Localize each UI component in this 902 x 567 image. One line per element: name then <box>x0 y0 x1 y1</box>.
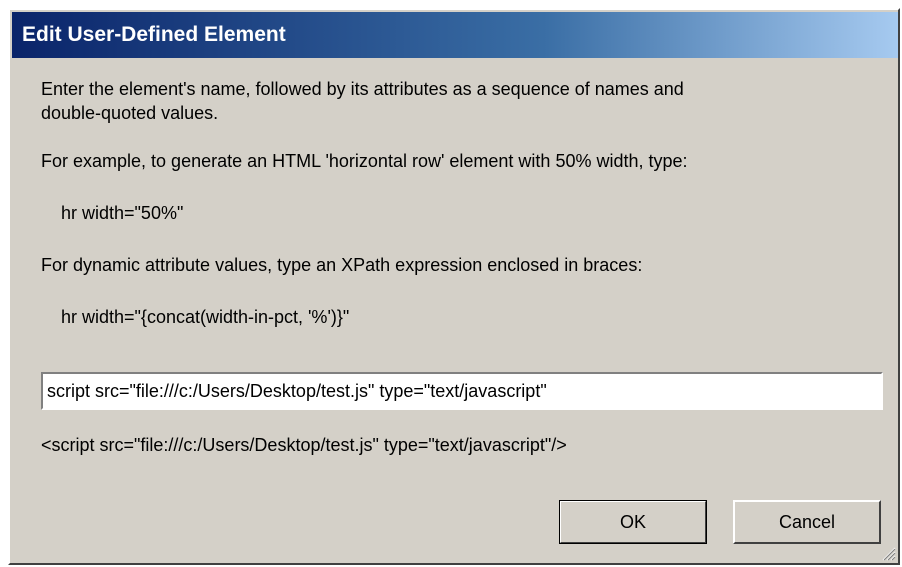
dialog-title: Edit User-Defined Element <box>22 23 286 46</box>
title-bar[interactable]: Edit User-Defined Element <box>12 12 898 58</box>
instructions-line-1: Enter the element's name, followed by it… <box>41 79 684 99</box>
cancel-button[interactable]: Cancel <box>733 500 881 544</box>
ok-button[interactable]: OK <box>559 500 707 544</box>
edit-user-defined-element-dialog: Edit User-Defined Element Enter the elem… <box>8 8 900 565</box>
example-intro-text: For example, to generate an HTML 'horizo… <box>41 151 688 171</box>
example-code-text: hr width="50%" <box>61 203 184 223</box>
dynamic-intro-text: For dynamic attribute values, type an XP… <box>41 255 643 275</box>
element-definition-input[interactable] <box>41 372 883 410</box>
dynamic-code-text: hr width="{concat(width-in-pct, '%')}" <box>61 307 350 327</box>
resize-grip-icon[interactable] <box>880 545 896 561</box>
element-preview-text: <script src="file:///c:/Users/Desktop/te… <box>41 435 567 455</box>
instructions-line-2: double-quoted values. <box>41 103 219 123</box>
